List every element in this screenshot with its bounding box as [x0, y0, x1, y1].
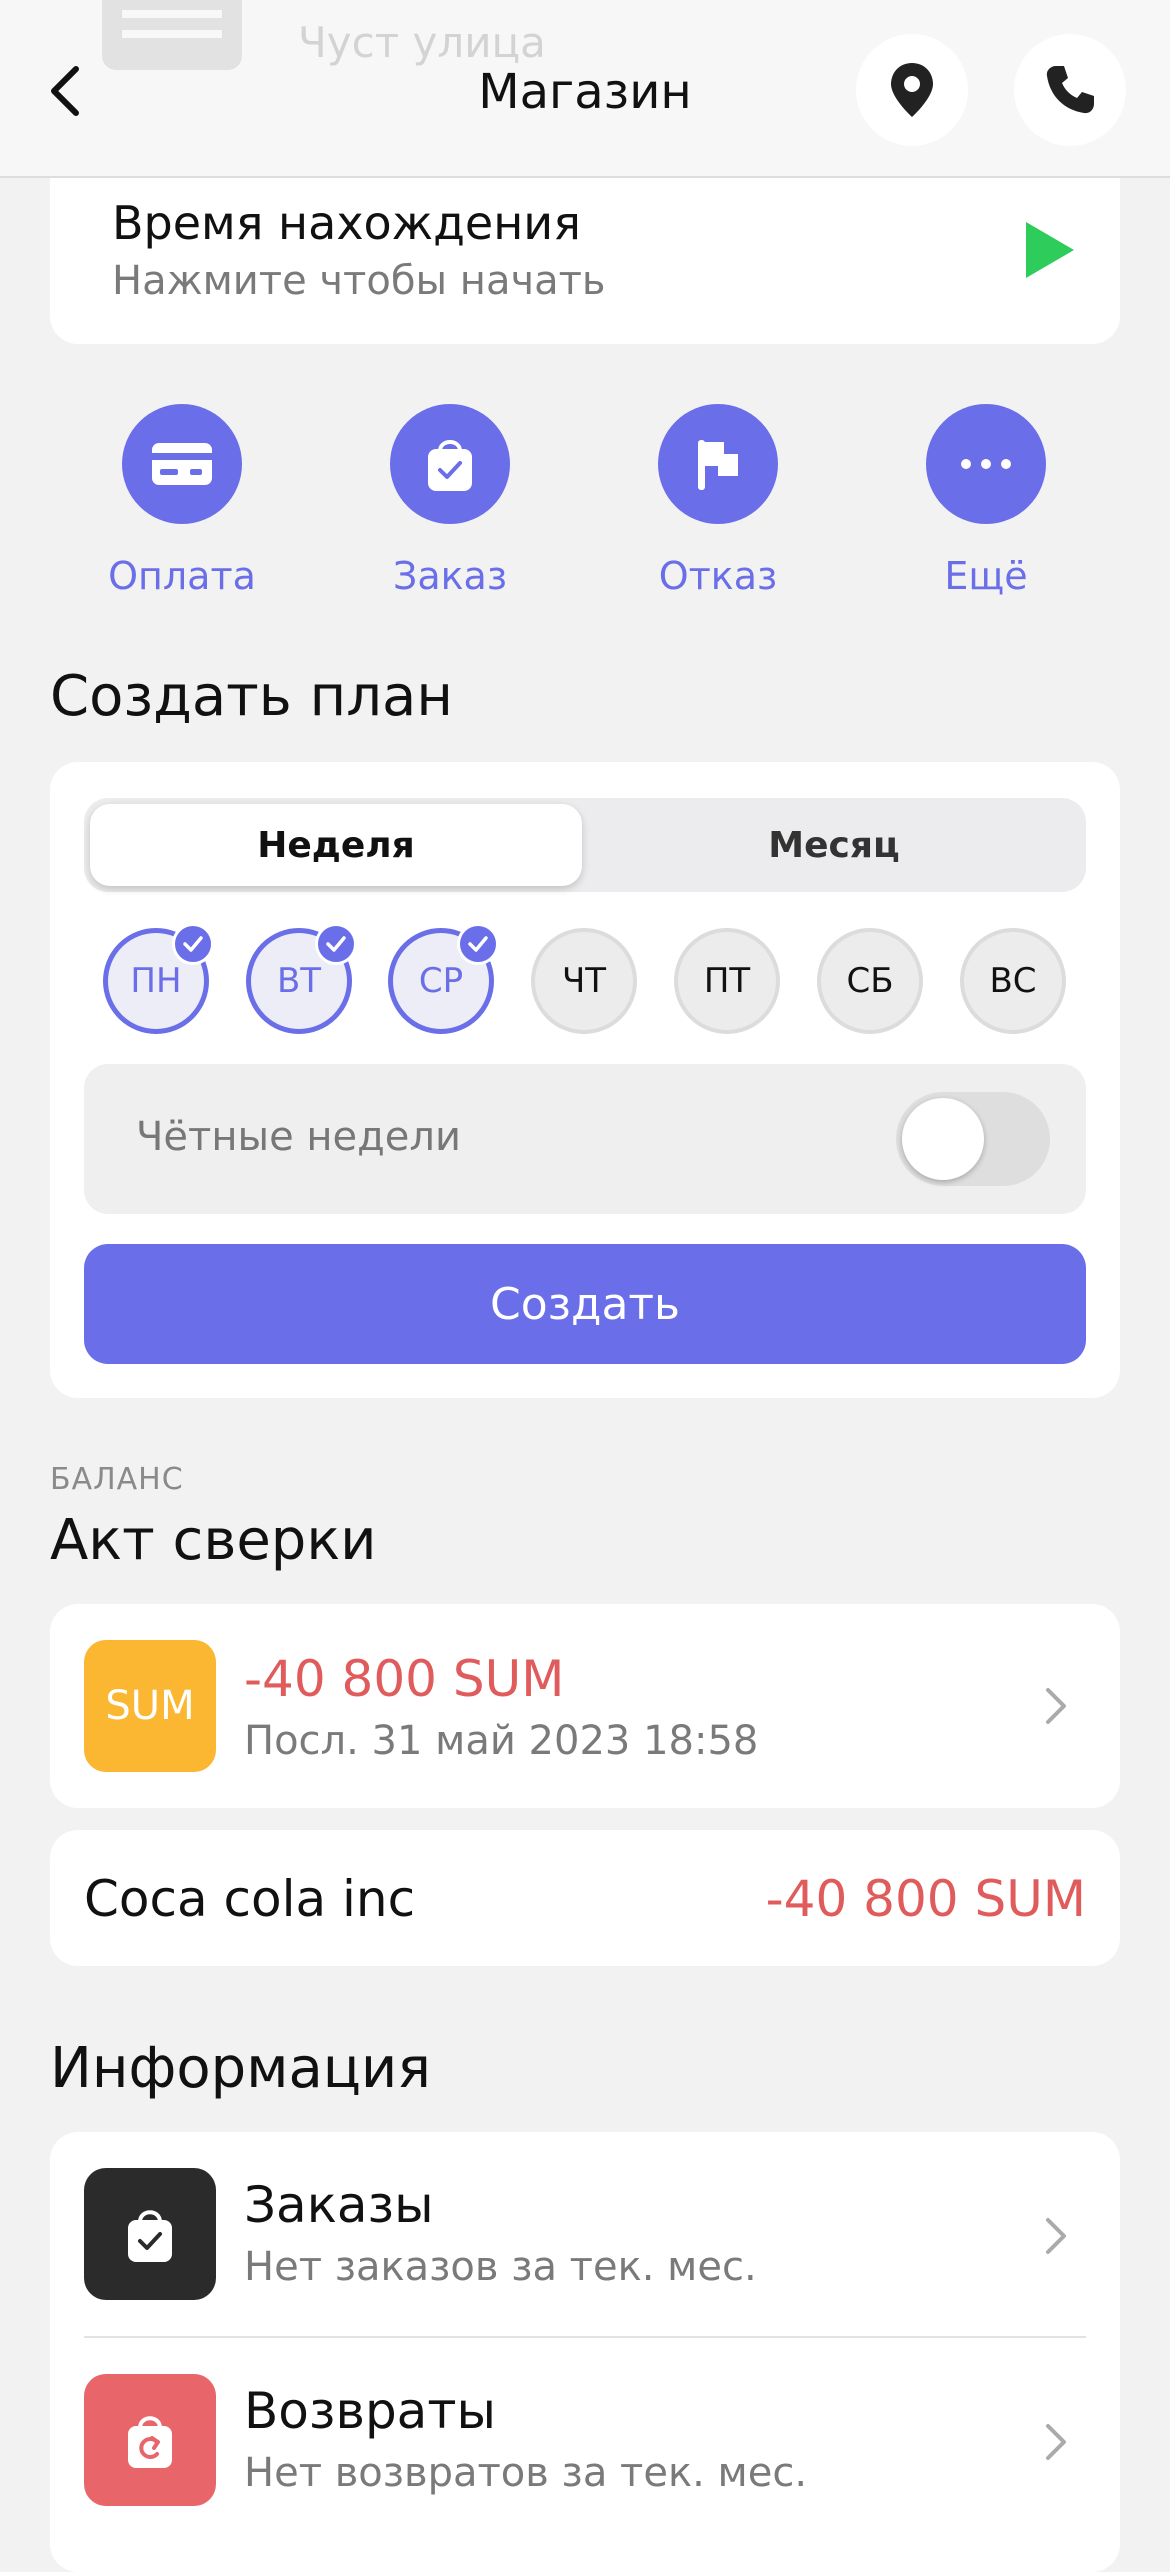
chevron-right-icon	[1046, 2424, 1066, 2460]
day-chip-mon[interactable]: ПН	[103, 923, 214, 1034]
refusal-action-circle	[658, 404, 778, 524]
check-icon	[172, 923, 214, 965]
flag-icon	[698, 440, 738, 490]
orders-icon	[84, 2168, 216, 2300]
payment-action-label: Оплата	[108, 554, 256, 598]
payment-action-circle	[122, 404, 242, 524]
company-name: Coca cola inc	[84, 1870, 416, 1928]
more-action-circle	[926, 404, 1046, 524]
call-button[interactable]	[1014, 34, 1126, 146]
location-button[interactable]	[856, 34, 968, 146]
ghost-street-text: Чуст улица	[298, 18, 546, 67]
plan-section-title: Создать план	[50, 664, 453, 729]
phone-icon	[1046, 66, 1094, 114]
day-chip-sun[interactable]: ВС	[960, 928, 1066, 1034]
payment-action[interactable]: Оплата	[82, 404, 282, 598]
chevron-right-icon	[1046, 1688, 1066, 1724]
returns-icon	[84, 2374, 216, 2506]
even-weeks-row: Чётные недели	[84, 1064, 1086, 1214]
check-icon	[457, 923, 499, 965]
more-action-label: Ещё	[944, 554, 1028, 598]
day-label: ВС	[989, 961, 1037, 1001]
chevron-right-icon	[1046, 2218, 1066, 2254]
create-plan-button[interactable]: Создать	[84, 1244, 1086, 1364]
company-amount: -40 800 SUM	[765, 1870, 1086, 1928]
orders-title: Заказы	[244, 2176, 434, 2234]
orders-subtitle: Нет заказов за тек. мес.	[244, 2244, 757, 2290]
more-action[interactable]: Ещё	[886, 404, 1086, 598]
balance-overline: БАЛАНС	[50, 1462, 184, 1497]
day-chip-thu[interactable]: ЧТ	[531, 928, 637, 1034]
play-icon[interactable]	[1022, 218, 1078, 282]
toggle-knob	[902, 1098, 984, 1180]
day-chip-tue[interactable]: ВТ	[246, 923, 357, 1034]
day-label: ВТ	[276, 961, 322, 1001]
bag-check-icon	[428, 440, 472, 491]
more-icon	[961, 459, 1011, 469]
refusal-action[interactable]: Отказ	[618, 404, 818, 598]
day-label: ПН	[130, 961, 182, 1001]
even-weeks-label: Чётные недели	[136, 1114, 461, 1160]
check-icon	[315, 923, 357, 965]
day-chip-fri[interactable]: ПТ	[674, 928, 780, 1034]
order-action[interactable]: Заказ	[350, 404, 550, 598]
balance-amount: -40 800 SUM	[244, 1650, 565, 1708]
day-label: ЧТ	[561, 961, 607, 1001]
tab-week[interactable]: Неделя	[90, 804, 582, 886]
balance-last-update: Посл. 31 май 2023 18:58	[244, 1718, 759, 1764]
timer-title: Время нахождения	[112, 196, 581, 250]
day-label: ПТ	[703, 961, 751, 1001]
card-icon	[152, 443, 212, 485]
refusal-action-label: Отказ	[658, 554, 778, 598]
tab-month[interactable]: Месяц	[588, 804, 1080, 886]
currency-badge: SUM	[84, 1640, 216, 1772]
returns-subtitle: Нет возвратов за тек. мес.	[244, 2450, 808, 2496]
returns-title: Возвраты	[244, 2382, 496, 2440]
info-section-title: Информация	[50, 2036, 431, 2101]
day-chip-sat[interactable]: СБ	[817, 928, 923, 1034]
bag-return-icon	[128, 2416, 172, 2468]
even-weeks-toggle[interactable]	[896, 1092, 1050, 1186]
order-action-circle	[390, 404, 510, 524]
reconciliation-title: Акт сверки	[50, 1508, 377, 1573]
period-segmented-control: Неделя Месяц	[84, 798, 1086, 892]
timer-subtitle: Нажмите чтобы начать	[112, 258, 606, 304]
day-label: СР	[418, 961, 464, 1001]
day-chip-wed[interactable]: СР	[388, 923, 499, 1034]
day-label: СБ	[846, 961, 894, 1001]
top-nav-bar: Чуст улица Магазин	[0, 0, 1170, 178]
bag-check-icon	[128, 2210, 172, 2262]
order-action-label: Заказ	[392, 554, 508, 598]
page-title: Магазин	[478, 64, 692, 120]
location-pin-icon	[891, 63, 933, 117]
